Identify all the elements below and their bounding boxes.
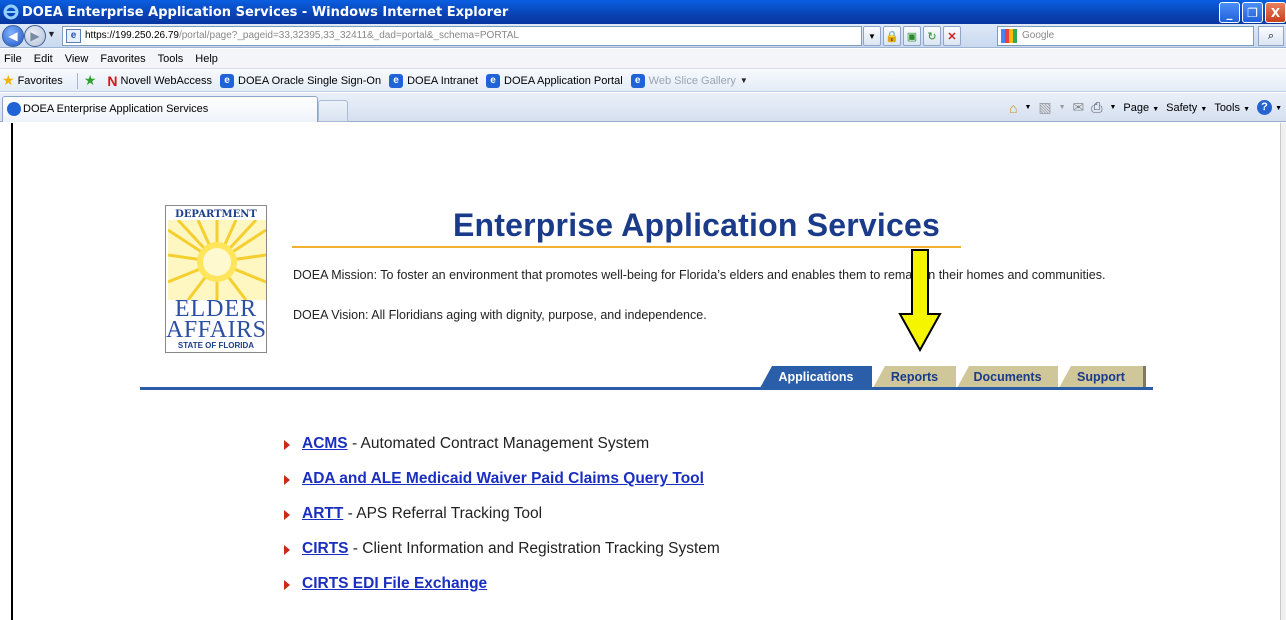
search-icon[interactable]: ⌕ [1258,26,1284,46]
safety-menu[interactable]: Safety ▼ [1166,102,1207,114]
yellow-arrow-annotation [898,249,942,352]
sun-icon [168,220,266,300]
tab-applications[interactable]: Applications [760,366,872,388]
help-menu[interactable]: ? ▼ [1257,100,1282,115]
ie-page-icon: e [630,73,645,88]
back-button[interactable]: ◀ [2,25,24,47]
logo-affairs-text: AFFAIRS [166,317,267,343]
fav-doea-intranet[interactable]: e DOEA Intranet [389,73,478,88]
favorites-bar: ★ Favorites ★ N Novell WebAccess e DOEA Or… [0,70,1286,92]
star-icon: ★ [2,72,15,88]
bullet-triangle-icon [284,475,290,485]
logo-state-text: STATE OF FLORIDA [177,341,255,350]
address-toolbar: ◀ ▶ ▼ e https://199.250.26.79/portal/pag… [0,24,1286,48]
divider [76,72,78,89]
history-dropdown-icon[interactable]: ▼ [47,29,56,39]
ada-ale-link[interactable]: ADA and ALE Medicaid Waiver Paid Claims … [302,470,704,488]
bullet-triangle-icon [284,510,290,520]
menu-bar: File Edit View Favorites Tools Help [0,49,1286,69]
menu-help[interactable]: Help [195,53,218,65]
compatibility-view-icon[interactable]: ▣ [903,26,921,46]
lock-icon[interactable]: 🔒 [883,26,901,46]
browser-tab[interactable]: DOEA Enterprise Application Services [2,96,318,122]
application-list: ACMS - Automated Contract Management Sys… [284,435,720,610]
menu-edit[interactable]: Edit [34,53,53,65]
print-dropdown-icon[interactable]: ▼ [1109,104,1116,111]
add-favorite-button[interactable]: ★ [84,72,100,89]
fav-web-slice-gallery[interactable]: e Web Slice Gallery ▼ [630,73,748,88]
fav-novell-webaccess[interactable]: N Novell WebAccess [107,73,212,89]
ie-page-icon [7,102,21,117]
fav-doea-sso[interactable]: e DOEA Oracle Single Sign-On [220,73,381,88]
favorites-button[interactable]: ★ Favorites [2,72,63,89]
add-favorite-icon: ★ [83,72,97,88]
vertical-scrollbar[interactable] [1280,123,1286,620]
bullet-triangle-icon [284,545,290,555]
home-dropdown-icon[interactable]: ▼ [1024,104,1031,111]
bullet-triangle-icon [284,440,290,450]
tab-bar: DOEA Enterprise Application Services ⌂ ▼ … [0,93,1286,122]
cirts-link[interactable]: CIRTS [302,540,349,558]
feeds-icon[interactable]: ▧ [1038,99,1051,116]
minimize-button[interactable]: _ [1219,2,1240,23]
window-title-bar: DOEA Enterprise Application Services - W… [0,0,1286,24]
window-title: DOEA Enterprise Application Services - W… [22,4,509,20]
novell-icon: N [107,72,118,89]
menu-tools[interactable]: Tools [158,53,184,65]
tools-menu[interactable]: Tools ▼ [1214,102,1250,114]
tab-support[interactable]: Support [1059,366,1146,388]
new-tab-button[interactable] [318,100,348,122]
ie-page-icon: e [486,73,501,88]
home-icon[interactable]: ⌂ [1009,100,1017,116]
close-button[interactable]: X [1265,2,1286,23]
refresh-icon[interactable]: ↻ [923,26,941,46]
doea-logo: DEPARTMENT OF ELDER AFFAIRS STATE OF FLO… [165,205,267,353]
address-dropdown-icon[interactable]: ▼ [863,26,881,46]
page-title: Enterprise Application Services [453,207,940,243]
mail-icon[interactable]: ✉ [1073,99,1085,116]
page-icon: e [66,29,81,43]
print-icon[interactable]: ⎙ [1091,99,1102,116]
forward-button[interactable]: ▶ [24,25,46,47]
mission-statement: DOEA Mission: To foster an environment t… [293,268,1106,282]
help-icon: ? [1257,100,1272,115]
left-edge [0,123,11,620]
url-path: /portal/page?_pageid=33,32395,33_32411&_… [178,30,519,41]
url-host: https://199.250.26.79 [85,30,179,41]
menu-view[interactable]: View [65,53,89,65]
heading-divider [292,246,961,248]
stop-icon[interactable]: ✕ [943,26,961,46]
menu-favorites[interactable]: Favorites [100,53,145,65]
acms-link[interactable]: ACMS [302,435,348,453]
tab-documents[interactable]: Documents [957,366,1058,388]
list-item: CIRTS - Client Information and Registrat… [284,540,720,575]
list-item: ARTT - APS Referral Tracking Tool [284,505,720,540]
bullet-triangle-icon [284,580,290,590]
fav-doea-application-portal[interactable]: e DOEA Application Portal [486,73,623,88]
list-item: ADA and ALE Medicaid Waiver Paid Claims … [284,470,720,505]
artt-link[interactable]: ARTT [302,505,343,523]
list-item: ACMS - Automated Contract Management Sys… [284,435,720,470]
address-input[interactable]: e https://199.250.26.79/portal/page?_pag… [62,26,862,46]
menu-file[interactable]: File [4,53,22,65]
ie-logo-icon [3,4,19,20]
cirts-edi-link[interactable]: CIRTS EDI File Exchange [302,575,487,593]
feeds-dropdown-icon[interactable]: ▼ [1059,104,1066,111]
ie-page-icon: e [389,73,404,88]
ie-page-icon: e [220,73,234,88]
vision-statement: DOEA Vision: All Floridians aging with d… [293,308,707,322]
chevron-down-icon: ▼ [739,76,748,85]
page-menu[interactable]: Page ▼ [1123,102,1159,114]
tab-reports[interactable]: Reports [873,366,956,388]
maximize-button[interactable]: ❐ [1242,2,1263,23]
list-item: CIRTS EDI File Exchange [284,575,720,610]
google-icon [1001,29,1017,43]
tab-underline [140,387,1153,390]
search-input[interactable]: Google [997,26,1254,46]
